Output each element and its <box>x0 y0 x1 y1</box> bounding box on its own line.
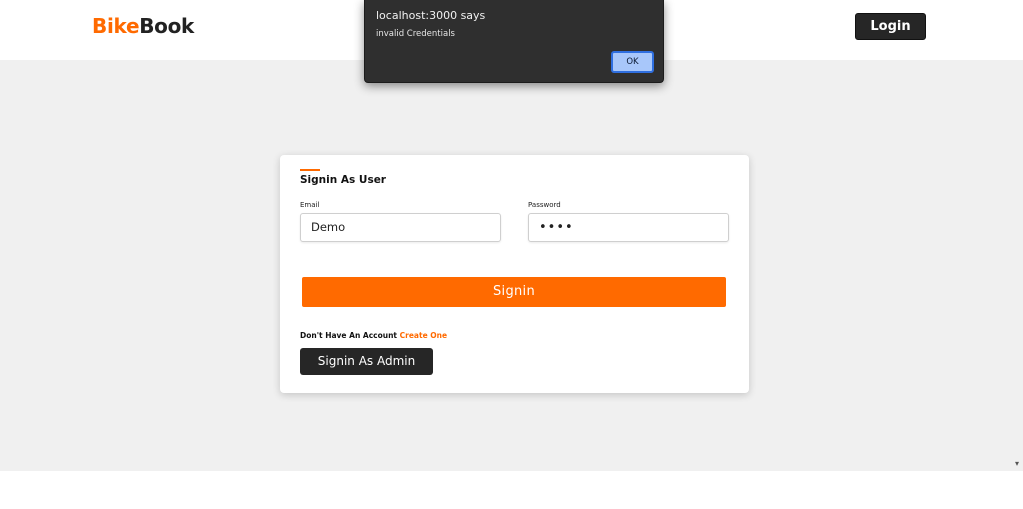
signin-title: Signin As User <box>300 174 386 186</box>
password-label: Password <box>528 201 561 209</box>
alert-ok-button[interactable]: OK <box>611 51 654 73</box>
email-value: Demo <box>311 220 346 234</box>
alert-message: invalid Credentials <box>376 29 455 39</box>
alert-dialog: localhost:3000 says invalid Credentials … <box>364 0 664 83</box>
logo-part-bike: Bike <box>92 14 140 38</box>
title-accent-bar <box>300 169 320 171</box>
signin-button[interactable]: Signin <box>302 277 726 307</box>
password-value: •••• <box>539 220 574 235</box>
create-account-link[interactable]: Create One <box>400 331 447 340</box>
password-field[interactable]: •••• <box>528 213 729 242</box>
no-account-label: Don't Have An Account <box>300 331 398 340</box>
signin-card: Signin As User Email Demo Password •••• … <box>280 155 749 393</box>
viewport: BikeBook Login Signin As User Email Demo… <box>0 0 1023 509</box>
brand-logo[interactable]: BikeBook <box>92 14 194 38</box>
email-label: Email <box>300 201 320 209</box>
signin-as-admin-button[interactable]: Signin As Admin <box>300 348 433 375</box>
email-field[interactable]: Demo <box>300 213 501 242</box>
logo-part-book: Book <box>139 14 195 38</box>
no-account-text: Don't Have An Account Create One <box>300 331 447 340</box>
scroll-down-chevron-icon[interactable]: ▾ <box>1015 460 1023 468</box>
alert-title: localhost:3000 says <box>376 9 486 22</box>
login-button[interactable]: Login <box>855 13 926 40</box>
